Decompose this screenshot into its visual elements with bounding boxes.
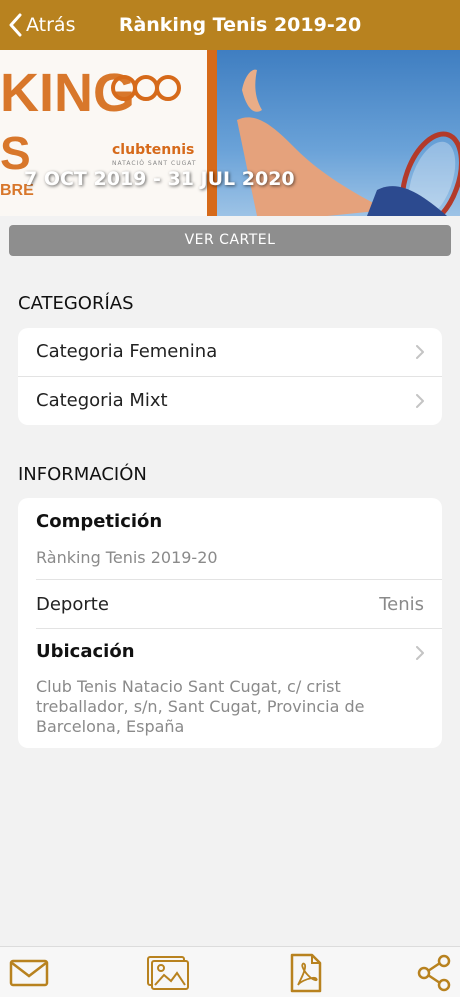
- banner-stripe: [207, 50, 217, 216]
- chevron-right-icon: [416, 345, 424, 359]
- chevron-right-icon: [416, 646, 424, 660]
- mail-icon: [9, 959, 49, 987]
- ubicacion-address-line-3: Barcelona, España: [36, 717, 185, 736]
- categorias-list: Categoria Femenina Categoria Mixt: [18, 328, 442, 425]
- informacion-section-title: INFORMACIÓN: [18, 464, 147, 485]
- competicion-value: Rànking Tenis 2019-20: [36, 548, 218, 567]
- deporte-label: Deporte: [36, 594, 109, 615]
- divider: [36, 628, 442, 629]
- ubicacion-label: Ubicación: [36, 641, 135, 662]
- informacion-card: Competición Rànking Tenis 2019-20 Deport…: [18, 498, 442, 748]
- ubicacion-address-line-1: Club Tenis Natacio Sant Cugat, c/ crist: [36, 677, 341, 696]
- pdf-button[interactable]: [286, 953, 326, 993]
- list-item-categoria-femenina[interactable]: Categoria Femenina: [18, 328, 442, 377]
- list-item-categoria-mixt[interactable]: Categoria Mixt: [18, 377, 442, 425]
- competicion-label: Competición: [36, 511, 163, 532]
- logo-text: clubtennis: [112, 142, 195, 158]
- divider: [36, 579, 442, 580]
- navigation-bar: Atrás Rànking Tenis 2019-20: [0, 0, 460, 50]
- chevron-right-icon: [416, 394, 424, 408]
- gallery-icon: [147, 956, 189, 990]
- list-item-label: Categoria Femenina: [36, 341, 218, 362]
- banner-poster-area: KING S BRE clubtennis NATACIÓ SANT CUGAT: [0, 50, 208, 216]
- banner-photo: [217, 50, 460, 216]
- tennis-player-illustration: [237, 69, 460, 216]
- ubicacion-address-line-2: treballador, s/n, Sant Cugat, Provincia …: [36, 697, 365, 716]
- share-button[interactable]: [414, 953, 454, 993]
- share-icon: [417, 954, 451, 992]
- deporte-value: Tenis: [379, 594, 424, 615]
- ver-cartel-button[interactable]: VER CARTEL: [9, 225, 451, 256]
- club-logo-icon: [111, 75, 181, 101]
- page-title: Rànking Tenis 2019-20: [118, 14, 362, 36]
- pdf-icon: [290, 953, 322, 993]
- logo-subtext: NATACIÓ SANT CUGAT: [112, 160, 197, 167]
- list-item-label: Categoria Mixt: [36, 390, 168, 411]
- event-banner: KING S BRE clubtennis NATACIÓ SANT CUGAT…: [0, 50, 460, 216]
- categorias-section-title: CATEGORÍAS: [18, 293, 134, 314]
- banner-dates: 7 OCT 2019 - 31 JUL 2020: [24, 168, 295, 190]
- mail-button[interactable]: [9, 953, 49, 993]
- gallery-button[interactable]: [146, 953, 190, 993]
- bottom-toolbar: [0, 946, 460, 997]
